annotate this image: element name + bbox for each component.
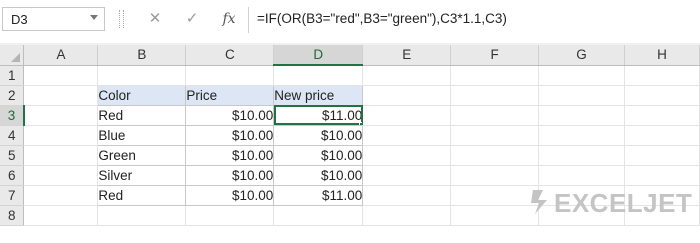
column-header-g[interactable]: G: [538, 45, 625, 66]
cell[interactable]: [624, 65, 700, 86]
row-header[interactable]: 2: [0, 85, 25, 106]
sheet-row: 6 Silver $10.00 $10.00: [0, 164, 700, 186]
formula-bar-separator: [119, 10, 124, 28]
cell[interactable]: [23, 85, 99, 106]
cell[interactable]: [538, 145, 625, 166]
sheet-row: 3 Red $10.00 $11.00: [0, 104, 700, 126]
cell[interactable]: [23, 145, 99, 166]
table-cell-color[interactable]: Green: [97, 144, 187, 166]
table-cell-new-price[interactable]: $10.00: [273, 164, 364, 186]
table-cell-price[interactable]: $10.00: [185, 124, 275, 146]
cell[interactable]: [23, 105, 99, 126]
sheet-row: 2 Color Price New price: [0, 84, 700, 106]
cell[interactable]: [450, 165, 540, 186]
cell[interactable]: [538, 85, 625, 106]
table-cell-new-price[interactable]: $11.00: [273, 184, 364, 206]
cell[interactable]: [362, 185, 452, 206]
cell[interactable]: [538, 65, 625, 86]
cell[interactable]: [538, 105, 625, 126]
cell[interactable]: [624, 125, 700, 146]
cell[interactable]: [450, 185, 540, 206]
exceljet-logo-icon: [531, 190, 547, 214]
cell[interactable]: [624, 145, 700, 166]
cell[interactable]: [362, 85, 452, 106]
row-header[interactable]: 7: [0, 185, 25, 206]
selected-cell-value: $11.00: [321, 107, 363, 123]
cell[interactable]: [624, 85, 700, 106]
cell[interactable]: [624, 165, 700, 186]
table-cell-color[interactable]: Red: [97, 184, 187, 206]
cell[interactable]: [450, 205, 540, 226]
check-icon[interactable]: ✓: [183, 9, 201, 29]
column-header-h[interactable]: H: [624, 45, 700, 66]
row-header[interactable]: 1: [0, 65, 25, 86]
cell[interactable]: [185, 65, 275, 86]
row-header[interactable]: 5: [0, 145, 25, 166]
table-cell-new-price[interactable]: $10.00: [273, 144, 364, 166]
table-cell-new-price[interactable]: $10.00: [273, 124, 364, 146]
cell[interactable]: [538, 125, 625, 146]
cell[interactable]: [450, 145, 540, 166]
cell[interactable]: [450, 125, 540, 146]
table-header-color[interactable]: Color: [97, 84, 187, 106]
table-cell-price[interactable]: $10.00: [185, 164, 275, 186]
cell[interactable]: [23, 165, 99, 186]
cell[interactable]: [538, 165, 625, 186]
fill-handle[interactable]: [359, 121, 362, 124]
cell[interactable]: [450, 105, 540, 126]
table-cell-new-price-selected[interactable]: $11.00: [273, 104, 364, 126]
cell[interactable]: [23, 205, 99, 226]
table-cell-color[interactable]: Silver: [97, 164, 187, 186]
cell[interactable]: [450, 65, 540, 86]
select-all-icon: [11, 52, 21, 62]
table-header-price[interactable]: Price: [185, 84, 275, 106]
cell[interactable]: [362, 105, 452, 126]
row-header[interactable]: 6: [0, 165, 25, 186]
cell[interactable]: [624, 105, 700, 126]
cell[interactable]: [185, 205, 275, 226]
name-box[interactable]: D3: [2, 7, 105, 31]
cell[interactable]: [23, 65, 99, 86]
cell[interactable]: [362, 165, 452, 186]
table-cell-price[interactable]: $10.00: [185, 184, 275, 206]
column-header-c[interactable]: C: [185, 45, 275, 66]
close-icon[interactable]: ✕: [146, 9, 164, 29]
insert-function-icon[interactable]: fx: [221, 9, 237, 29]
table-cell-color[interactable]: Blue: [97, 124, 187, 146]
cell[interactable]: [450, 85, 540, 106]
row-header[interactable]: 3: [0, 105, 25, 126]
exceljet-logo-text: EXCELJET: [554, 188, 693, 218]
column-header-row: A B C D E F G H: [0, 45, 700, 66]
select-all-corner[interactable]: [0, 45, 25, 66]
cell[interactable]: [97, 205, 187, 226]
sheet-row: 4 Blue $10.00 $10.00: [0, 124, 700, 146]
cell[interactable]: [362, 65, 452, 86]
table-header-new-price[interactable]: New price: [273, 84, 364, 106]
formula-divider: [248, 7, 249, 33]
table-cell-price[interactable]: $10.00: [185, 104, 275, 126]
formula-input[interactable]: =IF(OR(B3="red",B3="green"),C3*1.1,C3): [257, 11, 507, 26]
name-box-value: D3: [11, 12, 28, 27]
column-header-f[interactable]: F: [450, 45, 540, 66]
row-header[interactable]: 4: [0, 125, 25, 146]
table-cell-price[interactable]: $10.00: [185, 144, 275, 166]
column-header-d[interactable]: D: [273, 45, 364, 66]
cell[interactable]: [97, 65, 187, 86]
table-cell-color[interactable]: Red: [97, 104, 187, 126]
formula-bar: D3 ✕ ✓ fx =IF(OR(B3="red",B3="green"),C3…: [0, 0, 700, 44]
cell[interactable]: [23, 125, 99, 146]
cell[interactable]: [362, 125, 452, 146]
cell[interactable]: [273, 205, 364, 226]
sheet-row: 5 Green $10.00 $10.00: [0, 144, 700, 166]
cell[interactable]: [273, 65, 364, 86]
column-header-b[interactable]: B: [97, 45, 187, 66]
cell[interactable]: [362, 205, 452, 226]
column-header-a[interactable]: A: [23, 45, 99, 66]
cell[interactable]: [23, 185, 99, 206]
chevron-down-icon[interactable]: [90, 15, 98, 20]
column-header-e[interactable]: E: [362, 45, 452, 66]
sheet-row: 1: [0, 65, 700, 86]
row-header[interactable]: 8: [0, 205, 25, 226]
cell[interactable]: [362, 145, 452, 166]
